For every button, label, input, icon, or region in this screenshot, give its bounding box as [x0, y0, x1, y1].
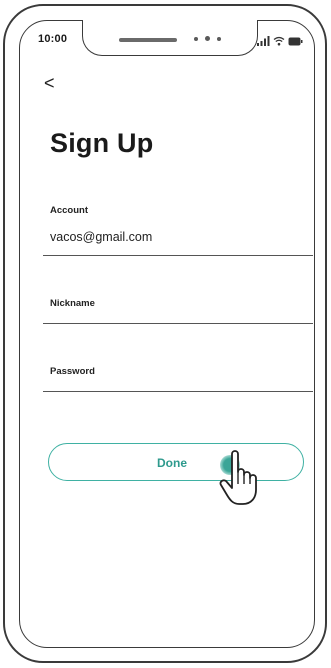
account-value[interactable]: vacos@gmail.com [50, 230, 152, 244]
camera-dots [194, 36, 221, 41]
page-title: Sign Up [50, 128, 154, 158]
nickname-underline [43, 323, 313, 324]
account-underline [43, 255, 313, 256]
wifi-icon [273, 36, 285, 46]
nickname-label: Nickname [50, 298, 95, 309]
status-icons [257, 36, 303, 46]
back-button[interactable]: < [44, 74, 55, 92]
hand-pointer-icon [219, 450, 257, 505]
battery-icon [288, 37, 303, 46]
password-underline [43, 391, 313, 392]
account-label: Account [50, 205, 88, 216]
status-time: 10:00 [38, 33, 68, 45]
phone-screen [19, 20, 315, 648]
speaker-grille [119, 38, 177, 42]
back-chevron-icon: < [44, 73, 55, 93]
signal-icon [257, 36, 270, 46]
password-label: Password [50, 366, 95, 377]
